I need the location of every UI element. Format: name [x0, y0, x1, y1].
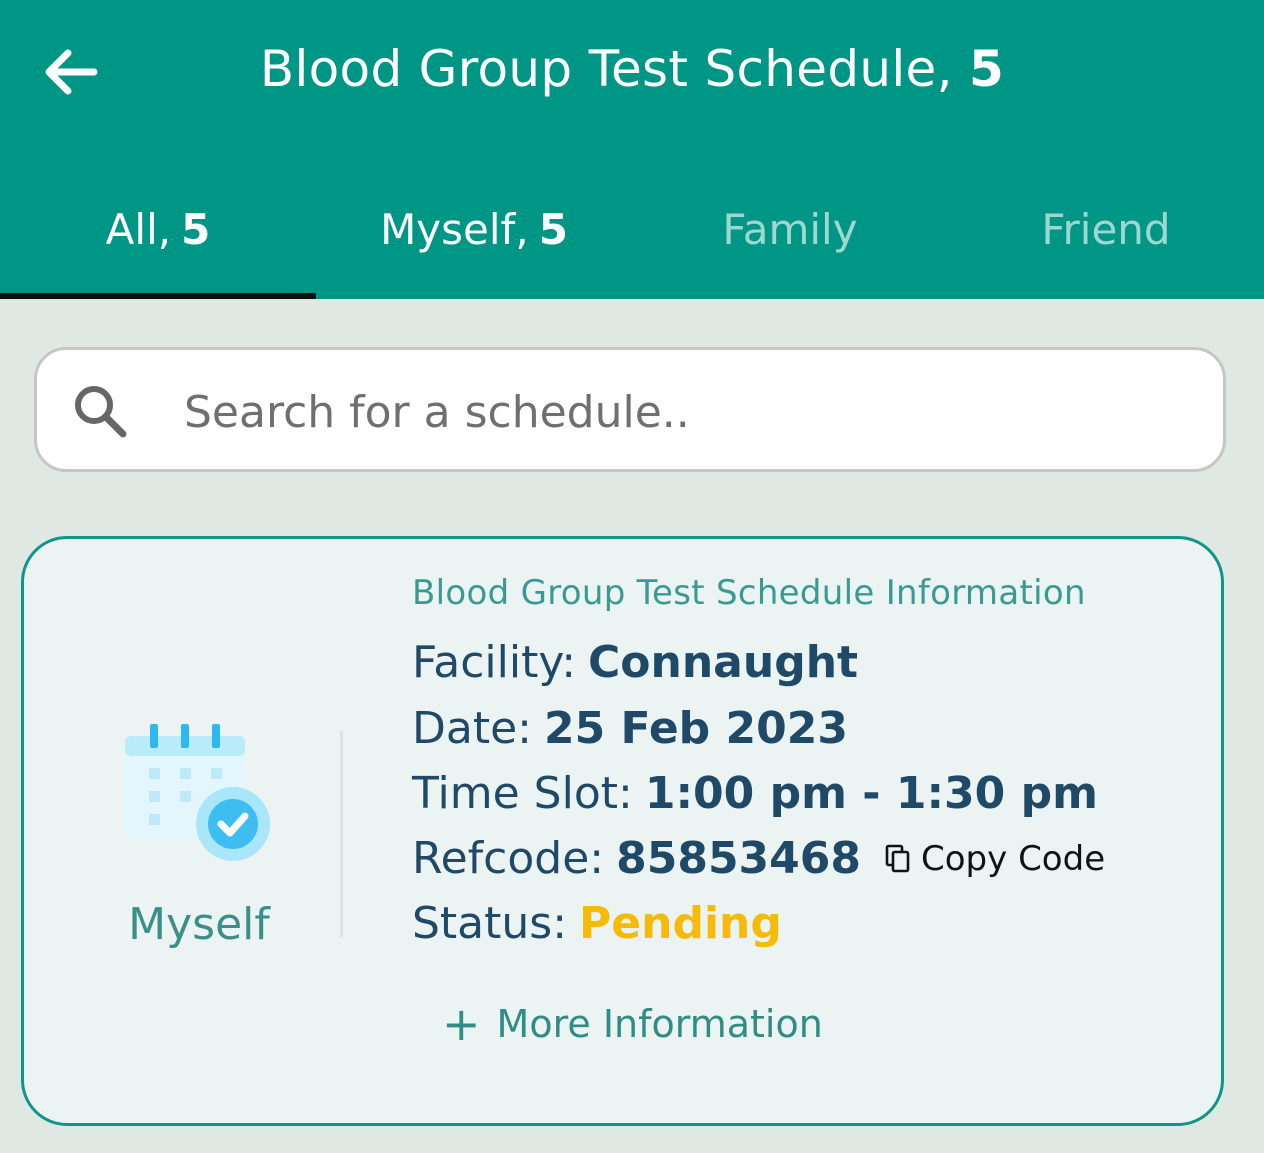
more-information-button[interactable]: + More Information: [442, 1001, 823, 1047]
copy-code-label: Copy Code: [921, 838, 1106, 879]
tab-label: Family: [722, 205, 858, 254]
time-slot-label: Time Slot:: [412, 768, 633, 819]
time-slot-row: Time Slot: 1:00 pm - 1:30 pm: [412, 768, 1098, 819]
page-title: Blood Group Test Schedule, 5: [0, 40, 1264, 98]
tab-bar: All, 5 Myself, 5 Family Friend: [0, 170, 1264, 299]
copy-code-button[interactable]: Copy Code: [885, 839, 1105, 879]
tab-all[interactable]: All, 5: [0, 170, 316, 299]
status-badge: Pending: [579, 898, 782, 949]
vertical-divider: [340, 731, 343, 937]
app-bar: Blood Group Test Schedule, 5 All, 5 Myse…: [0, 0, 1264, 299]
tab-label: Friend: [1041, 205, 1171, 254]
time-slot-value: 1:00 pm - 1:30 pm: [644, 768, 1098, 819]
date-value: 25 Feb 2023: [544, 703, 848, 754]
schedule-card[interactable]: Myself Blood Group Test Schedule Informa…: [21, 536, 1224, 1126]
info-title: Blood Group Test Schedule Information: [412, 573, 1086, 613]
tab-count: 5: [181, 205, 211, 254]
plus-icon: +: [442, 997, 481, 1051]
search-icon: [75, 386, 127, 438]
facility-row: Facility: Connaught: [412, 637, 858, 688]
tab-family[interactable]: Family: [632, 170, 948, 299]
facility-value: Connaught: [588, 637, 859, 688]
schedule-for-label: Myself: [128, 899, 270, 950]
tab-label: Myself,: [380, 205, 529, 254]
refcode-value: 85853468: [616, 833, 862, 884]
page-title-count: 5: [969, 40, 1005, 98]
refcode-row: Refcode: 85853468 Copy Code: [412, 833, 1105, 884]
search-input[interactable]: [182, 380, 1166, 444]
date-label: Date:: [412, 703, 532, 754]
facility-label: Facility:: [412, 637, 577, 688]
copy-icon: [885, 844, 910, 872]
tab-label: All,: [105, 205, 172, 254]
tab-friend[interactable]: Friend: [948, 170, 1264, 299]
status-label: Status:: [412, 898, 568, 949]
search-bar: [34, 347, 1226, 472]
more-information-label: More Information: [496, 1002, 823, 1046]
tab-myself[interactable]: Myself, 5: [316, 170, 632, 299]
tab-count: 5: [538, 205, 568, 254]
refcode-label: Refcode:: [412, 833, 605, 884]
date-row: Date: 25 Feb 2023: [412, 703, 848, 754]
status-row: Status: Pending: [412, 898, 782, 949]
page-title-text: Blood Group Test Schedule,: [259, 40, 953, 98]
calendar-check-icon: [125, 724, 270, 861]
